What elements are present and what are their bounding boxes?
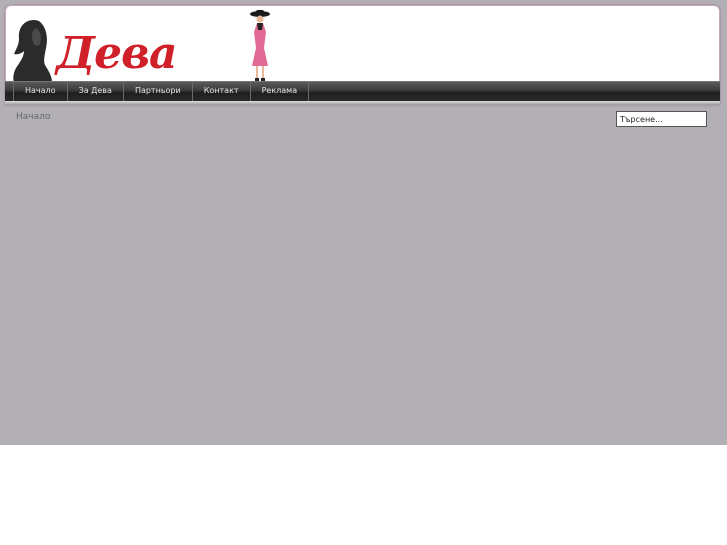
- model-figure-image: [250, 10, 270, 81]
- nav-subbar: [5, 101, 720, 105]
- nav-item-about[interactable]: За Дева: [66, 82, 123, 101]
- nav-item-partners[interactable]: Партньори: [122, 82, 192, 101]
- nav-item-contact[interactable]: Контакт: [191, 82, 250, 101]
- site-logo[interactable]: Дева: [56, 32, 178, 76]
- nav-item-advertising[interactable]: Реклама: [249, 82, 310, 101]
- main-navigation: Начало За Дева Партньори Контакт Реклама: [5, 81, 720, 101]
- woman-silhouette-icon: [13, 20, 52, 82]
- breadcrumb[interactable]: Начало: [16, 112, 50, 122]
- site-header: Дева: [5, 5, 720, 82]
- site-frame: Дева Начало За Дева Партньори Контакт Ре…: [5, 5, 720, 105]
- search-input[interactable]: [616, 111, 707, 127]
- nav-item-home[interactable]: Начало: [13, 82, 67, 101]
